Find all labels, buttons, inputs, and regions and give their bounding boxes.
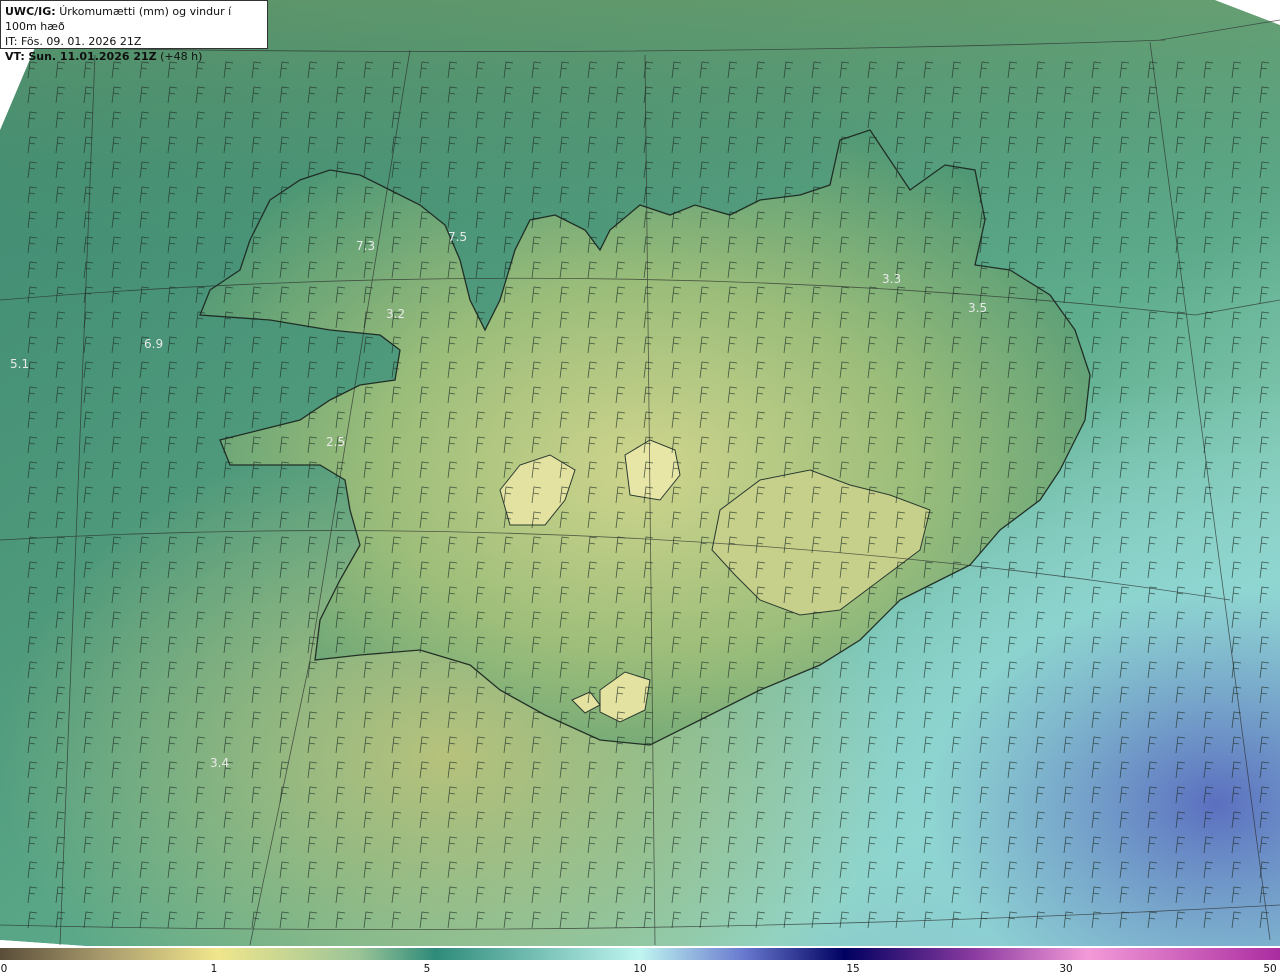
colorbar-tick: 30	[1059, 963, 1073, 975]
map-label: 3.5	[968, 301, 987, 315]
valid-time: Sun. 11.01.2026 21Z	[28, 50, 157, 63]
map-label: 5.1	[10, 357, 29, 371]
colorbar-ramp	[0, 948, 1280, 960]
colorbar-tick: 5	[423, 963, 431, 975]
map-label: 7.5	[448, 230, 467, 244]
vt-label: VT:	[5, 50, 25, 63]
title-box: UWC/IG: Úrkomumætti (mm) og vindur í 100…	[0, 0, 268, 63]
colorbar-ticks: 0 1 5 10 15 30 50	[0, 963, 1280, 977]
colorbar-tick: 10	[633, 963, 647, 975]
model-label: UWC/IG:	[5, 5, 56, 18]
map-label: 7.3	[356, 239, 375, 253]
map-label: 6.9	[144, 337, 163, 351]
map-label: 3.4	[210, 756, 229, 770]
lead-time: (+48 h)	[160, 50, 203, 63]
colorbar-tick: 50	[1263, 963, 1277, 975]
colorbar-tick: 0	[0, 963, 8, 975]
valid-line: VT: Sun. 11.01.2026 21Z (+48 h)	[5, 49, 263, 64]
map-label: 2.5	[326, 435, 345, 449]
colorbar: 0 1 5 10 15 30 50	[0, 946, 1280, 978]
title-line: UWC/IG: Úrkomumætti (mm) og vindur í 100…	[5, 4, 263, 34]
map-label: 3.3	[882, 272, 901, 286]
map-label: 3.2	[386, 307, 405, 321]
issued-line: IT: Fös. 09. 01. 2026 21Z	[5, 34, 263, 49]
issued-time: Fös. 09. 01. 2026 21Z	[20, 35, 142, 48]
colorbar-tick: 1	[210, 963, 218, 975]
colorbar-tick: 15	[846, 963, 860, 975]
forecast-map: 5.1 6.9 3.2 7.3 7.5 2.5 3.4 3.3 3.5	[0, 0, 1280, 946]
it-label: IT:	[5, 35, 18, 48]
